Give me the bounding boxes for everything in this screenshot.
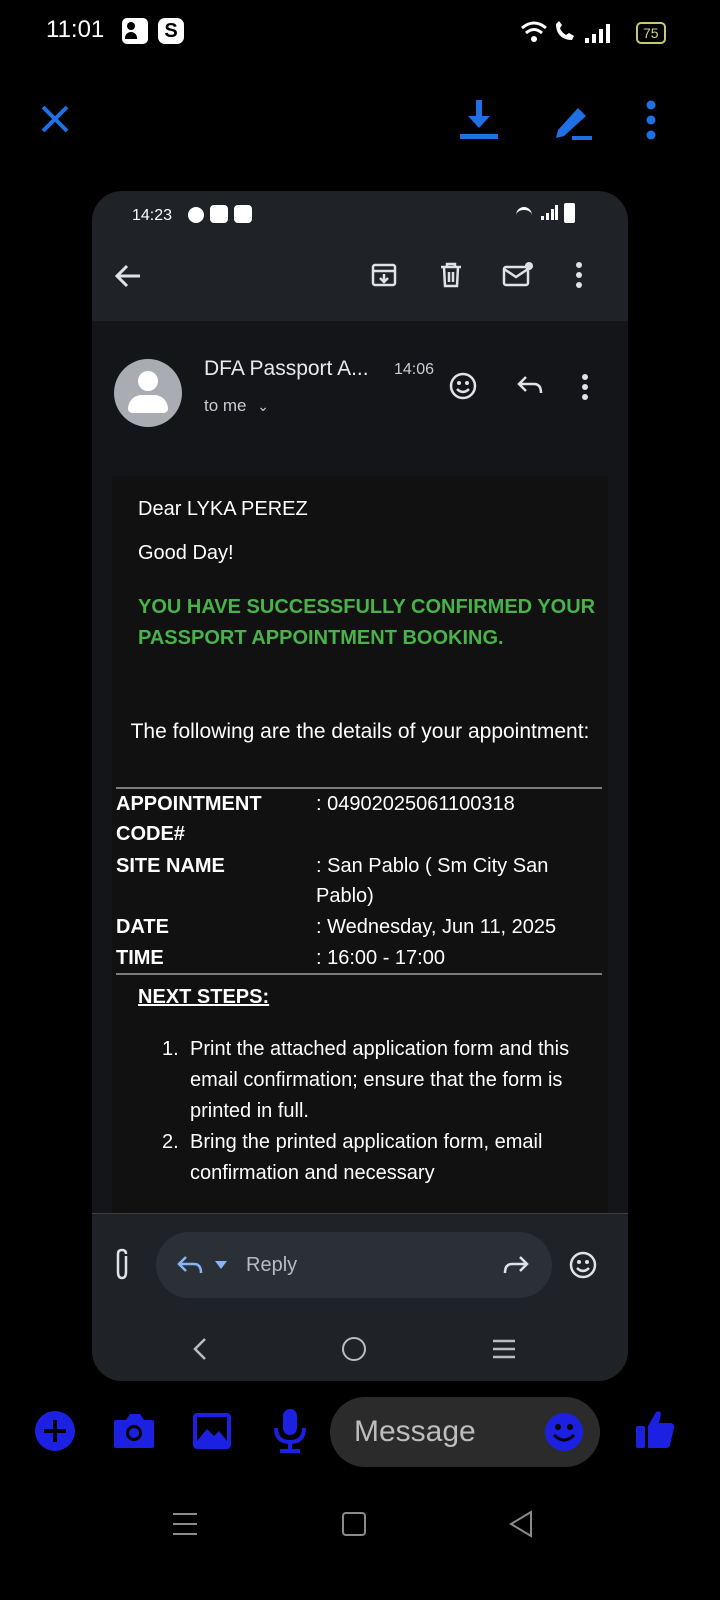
avatar [114,359,182,427]
like-icon[interactable] [634,1408,676,1450]
reply-label: Reply [246,1254,298,1276]
step-number: 1. [162,1038,179,1060]
attachment-icon[interactable] [112,1248,132,1282]
mark-unread-icon[interactable] [502,261,534,289]
detail-row-time: TIME : 16:00 - 17:00 [116,943,606,973]
wifi-calling-icon [556,21,574,40]
emoji-icon[interactable] [568,1250,598,1280]
camera-icon[interactable] [112,1412,156,1450]
delete-icon[interactable] [438,261,464,289]
step-text: Bring the printed application form, emai… [190,1131,543,1184]
inner-status-time: 14:23 [132,207,173,224]
detail-row-site: SITE NAME : San Pablo ( Sm City San Pabl… [116,851,606,911]
step-text: Print the attached application form and … [190,1038,570,1122]
list-item: 1. Print the attached application form a… [162,1034,582,1127]
email-more-icon[interactable] [580,373,590,401]
inner-back-icon[interactable] [192,1337,208,1361]
sender-name[interactable]: DFA Passport A... [204,357,369,381]
chevron-down-icon: ⌄ [257,398,269,414]
message-placeholder: Message [354,1415,476,1448]
email-toolbar [92,241,628,321]
list-item: 2. Bring the printed application form, e… [162,1127,582,1189]
messenger-icon [188,207,204,223]
skype-icon: S [158,18,184,44]
detail-label: DATE [116,916,169,938]
detail-row-code: APPOINTMENT CODE# : 04902025061100318 [116,789,606,849]
good-day-text: Good Day! [138,542,234,564]
email-screenshot: 14:23 DFA Passport A... 14:06 to me ⌄ De… [92,191,628,1381]
mail-notification-icon [234,205,252,223]
caret-down-icon[interactable] [214,1260,228,1270]
inner-battery-icon [564,203,575,223]
message-input[interactable]: Message [330,1397,600,1467]
details-intro: The following are the details of your ap… [130,720,590,743]
reply-input[interactable]: Reply [156,1232,552,1298]
email-content: Dear LYKA PEREZ Good Day! YOU HAVE SUCCE… [112,476,608,1216]
inner-wifi-icon [516,207,532,224]
greeting: Dear LYKA PEREZ [138,498,308,520]
add-reaction-icon[interactable] [448,371,478,401]
email-body: DFA Passport A... 14:06 to me ⌄ Dear LYK… [92,321,628,1216]
home-nav-icon[interactable] [342,1512,366,1536]
detail-value: : San Pablo ( Sm City San Pablo) [316,855,549,907]
add-icon[interactable] [35,1411,75,1451]
reply-icon[interactable] [516,373,544,399]
recipient-label: to me [204,396,247,415]
inner-signal-icon [541,205,558,220]
close-icon[interactable] [40,104,70,134]
signal-icon [585,24,610,43]
next-steps-list: 1. Print the attached application form a… [162,1034,582,1189]
archive-icon[interactable] [370,261,398,289]
contact-card-icon [122,18,148,44]
mail-notification-icon [210,205,228,223]
inner-nav-bar [92,1313,628,1381]
toolbar-more-icon[interactable] [574,261,584,289]
divider [116,973,602,975]
detail-label: SITE NAME [116,855,225,877]
status-time: 11:01 [46,16,105,43]
forward-icon[interactable] [502,1254,530,1276]
next-steps-title: NEXT STEPS: [138,986,270,1008]
inner-status-bar: 14:23 [92,191,628,241]
more-options-icon[interactable] [644,100,658,140]
detail-value: : 04902025061100318 [316,793,515,815]
reply-bar: Reply [92,1213,628,1314]
emoji-icon[interactable] [544,1412,584,1452]
gallery-icon[interactable] [192,1412,232,1450]
step-number: 2. [162,1131,179,1153]
confirmation-message: YOU HAVE SUCCESSFULLY CONFIRMED YOUR PAS… [138,596,596,649]
detail-value: : Wednesday, Jun 11, 2025 [316,916,557,938]
email-time: 14:06 [394,361,435,378]
download-icon[interactable] [458,98,500,142]
back-arrow-icon[interactable] [114,263,142,289]
edit-pen-icon[interactable] [552,100,594,142]
back-nav-icon[interactable] [508,1510,534,1538]
inner-recents-icon[interactable] [492,1339,516,1359]
detail-label: TIME [116,947,164,969]
wifi-icon [521,21,547,42]
recents-nav-icon[interactable] [172,1512,198,1536]
detail-label: APPOINTMENT CODE# [116,793,262,845]
detail-row-date: DATE : Wednesday, Jun 11, 2025 [116,912,606,942]
battery-indicator: 75 [636,22,666,44]
recipient-toggle[interactable]: to me ⌄ [204,396,269,416]
microphone-icon[interactable] [272,1408,308,1454]
detail-value: : 16:00 - 17:00 [316,947,445,969]
reply-type-icon[interactable] [176,1254,204,1276]
inner-home-icon[interactable] [342,1337,366,1361]
